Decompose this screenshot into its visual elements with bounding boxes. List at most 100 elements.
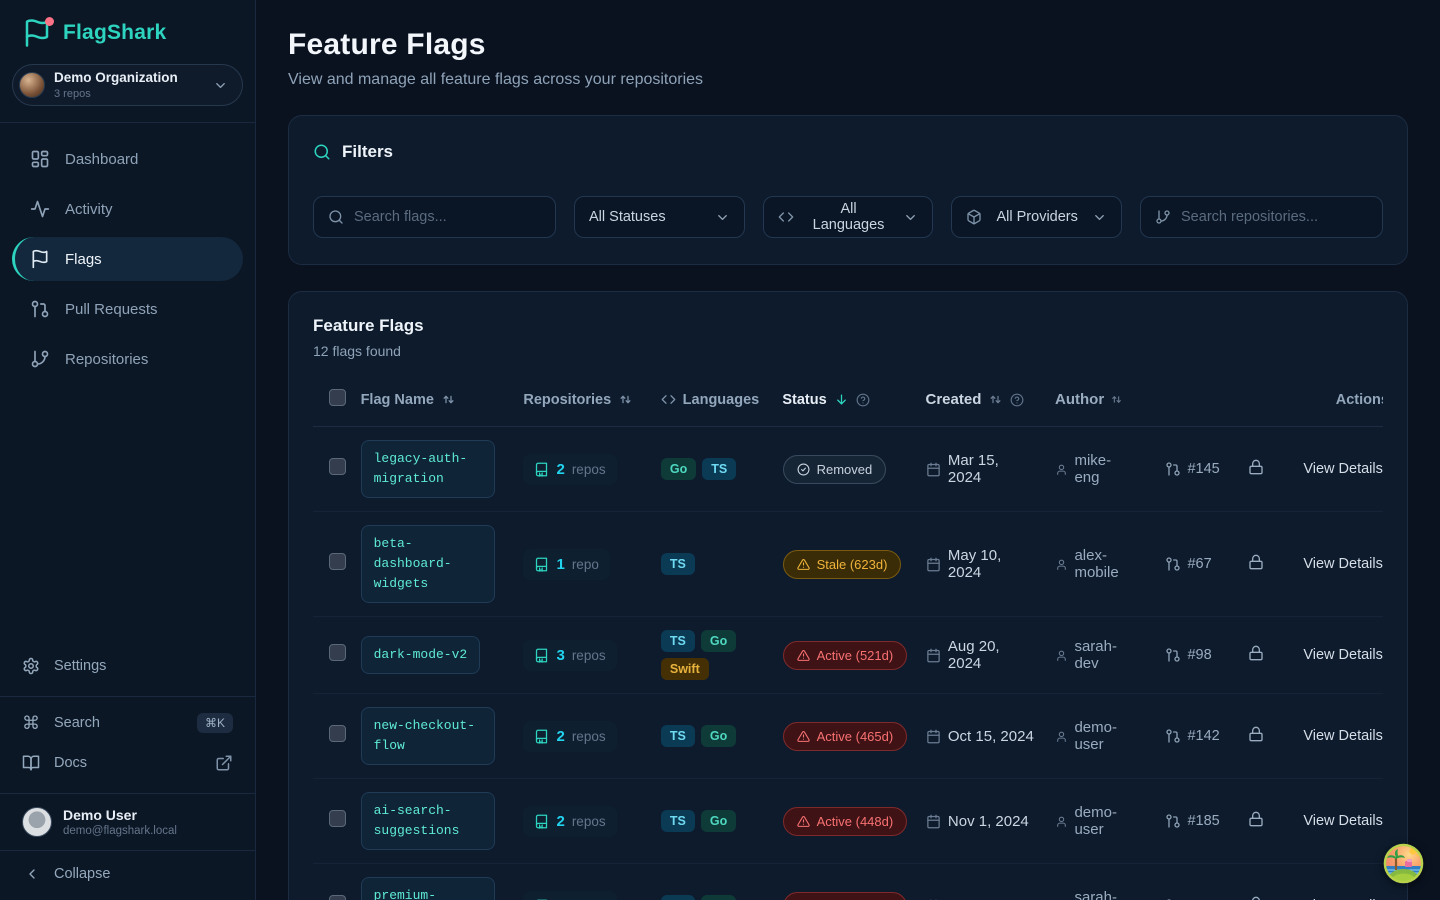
lock-icon[interactable]	[1248, 896, 1264, 900]
pull-request-icon	[1165, 813, 1181, 829]
check-circle-icon	[797, 463, 810, 476]
repo-count-badge: 2 repos	[523, 721, 616, 752]
app-name: FlagShark	[63, 21, 166, 45]
row-checkbox[interactable]	[329, 725, 346, 742]
sidebar-item-flags[interactable]: Flags	[12, 237, 243, 281]
column-repositories[interactable]: Repositories	[523, 392, 660, 408]
row-checkbox[interactable]	[329, 644, 346, 661]
calendar-icon	[926, 814, 941, 829]
repo-icon	[534, 557, 549, 572]
table-row: legacy-auth-migration 2 repos Go TS Remo…	[313, 427, 1383, 512]
keyboard-shortcut-badge: ⌘K	[197, 713, 233, 733]
alert-triangle-icon	[797, 558, 810, 571]
column-status[interactable]: Status	[782, 392, 925, 408]
user-email: demo@flagshark.local	[63, 825, 177, 837]
flag-name-pill[interactable]: dark-mode-v2	[361, 636, 481, 674]
column-languages: Languages	[661, 392, 783, 408]
lock-icon[interactable]	[1248, 459, 1264, 475]
lock-icon[interactable]	[1248, 811, 1264, 827]
collapse-sidebar-button[interactable]: Collapse	[0, 851, 255, 900]
sidebar-nav: Dashboard Activity Flags Pull Requests R…	[0, 123, 255, 381]
settings-label: Settings	[54, 658, 106, 674]
row-checkbox[interactable]	[329, 895, 346, 900]
view-details-link[interactable]: View Details	[1303, 556, 1383, 572]
nav-label: Dashboard	[65, 151, 138, 168]
column-created[interactable]: Created	[926, 391, 1055, 408]
search-label: Search	[54, 715, 100, 731]
repo-count-badge: 3 repos	[523, 640, 616, 671]
gear-icon	[22, 657, 40, 675]
page-subtitle: View and manage all feature flags across…	[288, 71, 1408, 89]
sort-icon	[1110, 393, 1123, 406]
row-checkbox[interactable]	[329, 553, 346, 570]
view-details-link[interactable]: View Details	[1303, 728, 1383, 744]
table-row: new-checkout-flow 2 repos TS Go Active (…	[313, 694, 1383, 779]
org-selector[interactable]: Demo Organization 3 repos	[12, 64, 243, 106]
pull-request-link[interactable]: #67	[1165, 556, 1248, 572]
package-icon	[966, 209, 982, 225]
user-profile[interactable]: Demo User demo@flagshark.local	[0, 794, 255, 850]
user-avatar	[22, 807, 52, 837]
language-filter-select[interactable]: All Languages	[763, 196, 934, 238]
pull-request-link[interactable]: #145	[1165, 461, 1248, 477]
repo-count-badge: 3 repos	[523, 891, 616, 900]
flag-name-pill[interactable]: new-checkout-flow	[361, 707, 495, 765]
sort-icon	[441, 392, 456, 407]
git-branch-icon	[30, 349, 50, 369]
sidebar-item-pull-requests[interactable]: Pull Requests	[12, 287, 243, 331]
column-author[interactable]: Author	[1055, 391, 1165, 408]
flag-name-pill[interactable]: ai-search-suggestions	[361, 792, 495, 850]
provider-filter-select[interactable]: All Providers	[951, 196, 1122, 238]
table-scroll-area[interactable]: Flag Name Repositories Languages Status	[313, 377, 1383, 900]
repo-icon	[534, 814, 549, 829]
sidebar-item-dashboard[interactable]: Dashboard	[12, 137, 243, 181]
sidebar-item-docs[interactable]: Docs	[12, 743, 243, 783]
language-badge: Swift	[661, 658, 709, 680]
status-filter-select[interactable]: All Statuses	[574, 196, 745, 238]
sort-icon	[988, 392, 1003, 407]
flag-name-pill[interactable]: premium-features	[361, 877, 495, 900]
island-widget-button[interactable]	[1383, 843, 1424, 884]
user-icon	[1055, 649, 1068, 662]
language-badge: Go	[701, 630, 736, 652]
help-icon[interactable]	[856, 393, 870, 407]
pull-request-icon	[1165, 728, 1181, 744]
flag-name-pill[interactable]: legacy-auth-migration	[361, 440, 495, 498]
language-filter-value: All Languages	[804, 201, 894, 233]
pull-request-link[interactable]: #98	[1165, 647, 1248, 663]
row-checkbox[interactable]	[329, 810, 346, 827]
external-link-icon	[215, 754, 233, 772]
sidebar-item-activity[interactable]: Activity	[12, 187, 243, 231]
select-all-checkbox[interactable]	[329, 389, 346, 406]
code-icon	[661, 392, 676, 407]
sidebar-item-search[interactable]: ⌘ Search ⌘K	[12, 703, 243, 743]
view-details-link[interactable]: View Details	[1303, 813, 1383, 829]
nav-label: Flags	[65, 251, 102, 268]
sidebar-item-settings[interactable]: Settings	[12, 646, 243, 686]
view-details-link[interactable]: View Details	[1303, 461, 1383, 477]
flag-search-input[interactable]	[354, 209, 541, 225]
language-badge: TS	[661, 725, 695, 747]
lock-icon[interactable]	[1248, 726, 1264, 742]
help-icon[interactable]	[1010, 393, 1024, 407]
view-details-link[interactable]: View Details	[1303, 647, 1383, 663]
app-logo[interactable]: FlagShark	[0, 0, 255, 62]
flag-name-pill[interactable]: beta-dashboard-widgets	[361, 525, 495, 603]
nav-label: Activity	[65, 201, 113, 218]
column-actions: Actions	[1291, 392, 1383, 408]
page-title: Feature Flags	[288, 28, 1408, 62]
lock-icon[interactable]	[1248, 645, 1264, 661]
language-badge: TS	[661, 630, 695, 652]
pull-request-link[interactable]: #185	[1165, 813, 1248, 829]
pull-request-link[interactable]: #142	[1165, 728, 1248, 744]
repository-search-input[interactable]	[1181, 209, 1368, 225]
user-icon	[1055, 463, 1068, 476]
notification-dot	[45, 17, 54, 26]
sidebar-item-repositories[interactable]: Repositories	[12, 337, 243, 381]
command-icon: ⌘	[22, 713, 40, 734]
status-badge: Active (465d)	[783, 722, 908, 751]
row-checkbox[interactable]	[329, 458, 346, 475]
lock-icon[interactable]	[1248, 554, 1264, 570]
column-flag-name[interactable]: Flag Name	[361, 392, 524, 408]
user-icon	[1055, 730, 1068, 743]
